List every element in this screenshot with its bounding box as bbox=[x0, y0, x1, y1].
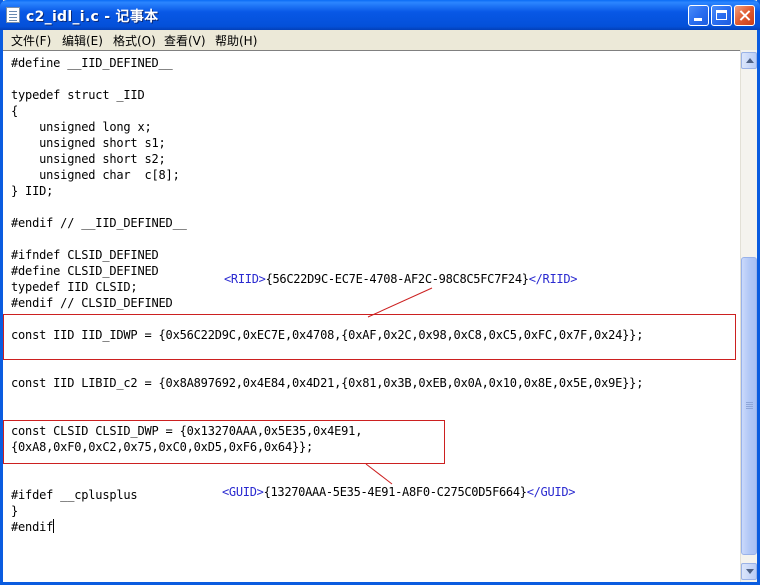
code-line: } bbox=[11, 504, 19, 518]
guid-value: {13270AAA-5E35-4E91-A8F0-C275C0D5F664} bbox=[263, 485, 527, 499]
title-bar[interactable]: c2_idl_i.c - 记事本 bbox=[0, 0, 760, 30]
scroll-up-button[interactable] bbox=[741, 52, 757, 69]
riid-open-tag: <RIID> bbox=[224, 272, 266, 286]
menu-bar: 文件(F) 编辑(E) 格式(O) 查看(V) 帮助(H) bbox=[3, 30, 757, 50]
code-line: unsigned long x; bbox=[11, 120, 152, 134]
riid-close-tag: </RIID> bbox=[528, 272, 578, 286]
code-line: #endif // __IID_DEFINED__ bbox=[11, 216, 187, 230]
riid-annotation: <RIID>{56C22D9C-EC7E-4708-AF2C-98C8C5FC7… bbox=[224, 272, 577, 286]
code-line: unsigned short s1; bbox=[11, 136, 166, 150]
vertical-scrollbar[interactable] bbox=[740, 50, 757, 582]
code-line: #endif // CLSID_DEFINED bbox=[11, 296, 173, 310]
maximize-button[interactable] bbox=[711, 5, 732, 26]
code-line: #define __IID_DEFINED__ bbox=[11, 56, 173, 70]
window-title: c2_idl_i.c - 记事本 bbox=[26, 9, 159, 25]
code-line-last: #endif bbox=[11, 519, 643, 535]
code-line: } IID; bbox=[11, 184, 54, 198]
iid-highlight-box bbox=[3, 314, 736, 360]
menu-format[interactable]: 格式(O) bbox=[111, 32, 158, 49]
code-line: #ifndef CLSID_DEFINED bbox=[11, 248, 159, 262]
riid-value: {56C22D9C-EC7E-4708-AF2C-98C8C5FC7F24} bbox=[265, 272, 529, 286]
menu-edit[interactable]: 编辑(E) bbox=[60, 32, 105, 49]
minimize-button[interactable] bbox=[688, 5, 709, 26]
close-button[interactable] bbox=[734, 5, 755, 26]
code-line-text: #endif bbox=[11, 520, 54, 534]
guid-annotation: <GUID>{13270AAA-5E35-4E91-A8F0-C275C0D5F… bbox=[222, 485, 575, 499]
menu-file[interactable]: 文件(F) bbox=[9, 32, 53, 49]
code-line: typedef struct _IID bbox=[11, 88, 145, 102]
code-line: unsigned short s2; bbox=[11, 152, 166, 166]
scroll-down-button[interactable] bbox=[741, 563, 757, 580]
code-line: const IID LIBID_c2 = {0x8A897692,0x4E84,… bbox=[11, 376, 644, 390]
notepad-icon[interactable] bbox=[6, 7, 20, 23]
text-caret bbox=[53, 519, 55, 533]
code-line: unsigned char c[8]; bbox=[11, 168, 180, 182]
guid-open-tag: <GUID> bbox=[222, 485, 264, 499]
guid-close-tag: </GUID> bbox=[526, 485, 576, 499]
code-line: { bbox=[11, 104, 19, 118]
scroll-thumb[interactable] bbox=[741, 257, 757, 555]
menu-view[interactable]: 查看(V) bbox=[162, 32, 208, 49]
clsid-highlight-box bbox=[3, 420, 445, 464]
menu-help[interactable]: 帮助(H) bbox=[213, 32, 259, 49]
